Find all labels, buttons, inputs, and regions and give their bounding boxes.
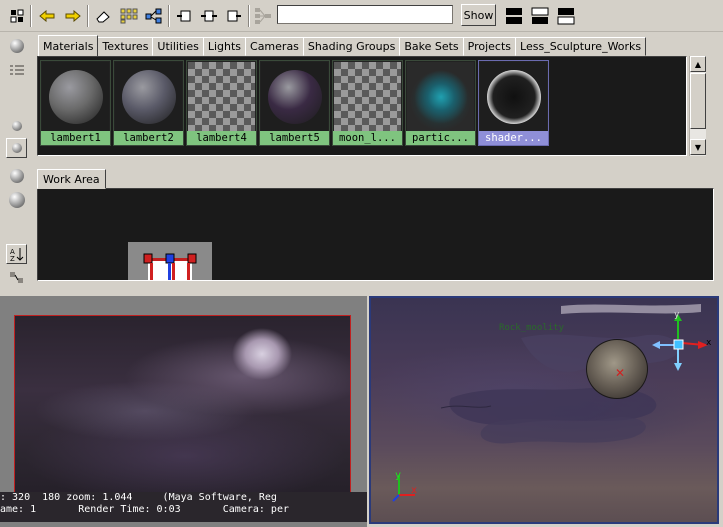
axis-x-label: x	[411, 485, 418, 496]
graph-materials-icon[interactable]	[252, 5, 274, 27]
grid-layout-icon[interactable]	[118, 5, 140, 27]
render-status-line2: ame: 1 Render Time: 0:03 Camera: per	[0, 504, 289, 515]
show-button[interactable]: Show	[461, 4, 496, 26]
shader-sphere	[486, 70, 541, 124]
tab-utilities[interactable]: Utilities	[152, 37, 204, 56]
layout-top-only-icon[interactable]	[555, 5, 577, 27]
tab-less-sculpture-works[interactable]: Less_Sculpture_Works	[515, 37, 647, 56]
shader-node[interactable]	[128, 242, 212, 280]
render-view[interactable]: : 320 180 zoom: 1.044 (Maya Software, Re…	[0, 296, 367, 527]
forward-arrow-icon[interactable]	[62, 5, 84, 27]
render-status-line1: : 320 180 zoom: 1.044 (Maya Software, Re…	[0, 492, 277, 503]
pivot-marker-icon: ✕	[615, 366, 626, 380]
scroll-thumb[interactable]	[690, 73, 706, 129]
swatch-thumbnail	[261, 62, 328, 132]
work-area-ball-icon[interactable]	[6, 166, 27, 186]
swatch-thumbnail	[188, 62, 255, 132]
tab-materials[interactable]: Materials	[38, 35, 99, 56]
swatch-label: shader...	[479, 131, 548, 145]
tab-cameras[interactable]: Cameras	[245, 37, 304, 56]
manip-axis-y-label: y	[674, 310, 680, 320]
work-area-canvas[interactable]	[37, 188, 714, 281]
material-swatch[interactable]: lambert2	[113, 60, 184, 146]
swatch-thumbnail	[115, 62, 182, 132]
swatch-size-icon[interactable]	[6, 138, 27, 158]
object-name-label: Rock_moolity	[499, 323, 565, 333]
swatch-thumbnail	[407, 62, 474, 132]
swatch-label: lambert2	[114, 131, 183, 145]
material-swatch[interactable]: lambert4	[186, 60, 257, 146]
tab-bake-sets[interactable]: Bake Sets	[399, 37, 464, 56]
material-swatch[interactable]: partic...	[405, 60, 476, 146]
eraser-icon[interactable]	[92, 5, 114, 27]
material-swatch[interactable]: moon_l...	[332, 60, 403, 146]
axis-y-label: y	[395, 470, 402, 481]
tab-shading-groups[interactable]: Shading Groups	[302, 37, 401, 56]
tab-projects[interactable]: Projects	[462, 37, 517, 56]
vertical-scrollbar[interactable]: ▲ ▼	[689, 56, 706, 156]
swatch-label: partic...	[406, 131, 475, 145]
swatch-thumbnail	[42, 62, 109, 132]
toolbar-separator	[30, 5, 32, 27]
graph-network-icon[interactable]	[143, 5, 165, 27]
search-field[interactable]	[277, 5, 453, 24]
input-connections-icon[interactable]	[173, 5, 195, 27]
shader-sphere	[267, 70, 322, 124]
material-swatch[interactable]: lambert5	[259, 60, 330, 146]
svg-text:Z: Z	[10, 255, 15, 262]
swatch-label: lambert5	[260, 131, 329, 145]
list-view-icon[interactable]	[6, 61, 27, 81]
toolbar-separator	[248, 5, 250, 27]
manip-axis-x-label: x	[706, 338, 712, 348]
shader-sphere	[413, 70, 468, 124]
tab-bar: Materials Textures Utilities Lights Cameras S…	[38, 35, 647, 57]
swatch-area: lambert1 lambert2 lambert4 lambert5 moon_l..…	[37, 56, 687, 156]
output-connections-icon[interactable]	[223, 5, 245, 27]
shader-sphere	[121, 70, 176, 124]
swatch-thumbnail	[480, 62, 547, 132]
render-status-bar: : 320 180 zoom: 1.044 (Maya Software, Re…	[0, 492, 367, 522]
rendered-image	[14, 315, 351, 502]
swatch-label: lambert4	[187, 131, 256, 145]
material-swatch[interactable]: lambert1	[40, 60, 111, 146]
scroll-down-icon[interactable]: ▼	[690, 139, 706, 155]
layout-bottom-only-icon[interactable]	[529, 5, 551, 27]
layout-top-bottom-icon[interactable]	[503, 5, 525, 27]
toolbar-separator	[87, 5, 89, 27]
swatch-thumbnail	[334, 62, 401, 132]
work-area-large-ball-icon[interactable]	[6, 190, 27, 210]
scroll-up-icon[interactable]: ▲	[690, 56, 706, 72]
input-output-connections-icon[interactable]	[198, 5, 220, 27]
toolbar-separator	[168, 5, 170, 27]
swatch-label: moon_l...	[333, 131, 402, 145]
shader-sphere	[48, 70, 103, 124]
material-swatch[interactable]: shader...	[478, 60, 549, 146]
sort-az-icon[interactable]: AZ	[6, 244, 27, 264]
swatch-label: lambert1	[41, 131, 110, 145]
hypershade-menu-icon[interactable]	[6, 5, 28, 27]
panel-divider[interactable]	[0, 288, 723, 296]
back-arrow-icon[interactable]	[36, 5, 58, 27]
tab-work-area[interactable]: Work Area	[37, 169, 106, 189]
work-area-panel: Work Area	[35, 166, 718, 284]
tab-lights[interactable]: Lights	[202, 37, 247, 56]
toolbar: Show	[0, 0, 723, 32]
perspective-viewport[interactable]: ✕ Rock_moolity y x y x	[369, 296, 719, 524]
rearrange-graph-icon[interactable]	[6, 268, 27, 288]
tab-textures[interactable]: Textures	[97, 37, 154, 56]
left-tool-strip: AZ	[0, 32, 33, 292]
small-swatch-icon[interactable]	[6, 116, 27, 136]
shader-ball-icon[interactable]	[6, 36, 27, 56]
hypershade-top-panel: Materials Textures Utilities Lights Cameras S…	[35, 35, 718, 161]
